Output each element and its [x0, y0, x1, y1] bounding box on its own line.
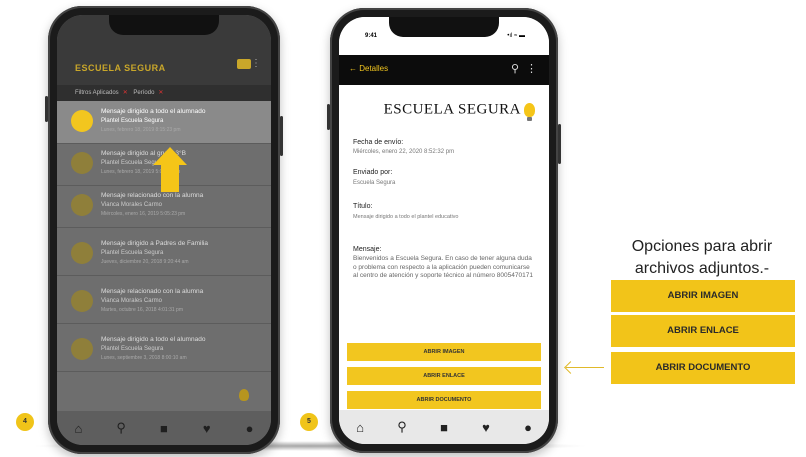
notch	[389, 17, 499, 37]
open-link-button[interactable]: ABRIR ENLACE	[611, 315, 795, 347]
detail-screen: 9:41 •ıl ≈ ▬ ← Detalles ⚲ ⋮ ESCUELA SEGU…	[339, 17, 549, 444]
filter-chip[interactable]: Filtros Aplicados	[75, 90, 119, 96]
search-icon[interactable]: ⚲	[511, 62, 519, 75]
title-value: Mensaje dirigido a todo el plantel educa…	[353, 214, 459, 220]
grid-icon[interactable]: ■	[434, 420, 454, 435]
list-item[interactable]: Mensaje dirigido a Padres de Familia Pla…	[57, 233, 271, 276]
arrow-up-shaft	[161, 164, 179, 192]
signal-icon: •ıl ≈ ▬	[507, 33, 525, 39]
heart-icon[interactable]: ♥	[476, 420, 496, 435]
message-icon	[71, 242, 93, 264]
open-link-button[interactable]: ABRIR ENLACE	[347, 367, 541, 385]
app-title: ESCUELA SEGURA	[75, 63, 166, 73]
list-item[interactable]: Mensaje dirigido a todo el alumnado Plan…	[57, 101, 271, 144]
message-icon	[71, 338, 93, 360]
message-sender: Plantel Escuela Segura	[101, 346, 164, 352]
more-icon[interactable]: ⋮	[251, 58, 261, 69]
list-item[interactable]: Mensaje relacionado con la alumna Vianca…	[57, 281, 271, 324]
message-date: Jueves, diciembre 20, 2018 9:20:44 am	[101, 259, 189, 265]
message-sender: Plantel Escuela Segura	[101, 250, 164, 256]
logo: ESCUELA SEGURA	[339, 101, 535, 121]
lightbulb-icon	[524, 102, 535, 121]
app-bar: ← Detalles ⚲ ⋮	[339, 55, 549, 85]
message-icon	[71, 110, 93, 132]
profile-icon[interactable]: ●	[240, 421, 260, 436]
phone-message-detail: 9:41 •ıl ≈ ▬ ← Detalles ⚲ ⋮ ESCUELA SEGU…	[327, 8, 561, 453]
grid-icon[interactable]: ■	[154, 421, 174, 436]
message-date: Martes, octubre 16, 2018 4:01:31 pm	[101, 307, 183, 313]
sent-date-value: Miércoles, enero 22, 2020 8:52:32 pm	[353, 149, 455, 155]
bottom-nav: ⌂ ⚲ ■ ♥ ●	[57, 411, 271, 445]
logo-text: ESCUELA SEGURA	[383, 101, 521, 118]
volume-button	[327, 104, 330, 130]
step-badge: 5	[300, 413, 318, 431]
message-title: Mensaje dirigido a todo el alumnado	[101, 108, 206, 115]
message-sender: Vianca Morales Carmo	[101, 202, 162, 208]
arrow-up-icon	[153, 147, 187, 165]
arrow-left-icon	[566, 367, 604, 368]
sent-date-label: Fecha de envío:	[353, 139, 404, 146]
home-icon[interactable]: ⌂	[68, 421, 88, 436]
remove-filter-icon[interactable]: ✕	[123, 90, 128, 96]
open-image-button[interactable]: ABRIR IMAGEN	[347, 343, 541, 361]
step-badge: 4	[16, 413, 34, 431]
list-item[interactable]: Mensaje dirigido a todo el alumnado Plan…	[57, 329, 271, 372]
remove-filter-icon[interactable]: ✕	[158, 90, 163, 96]
message-sender: Vianca Morales Carmo	[101, 298, 162, 304]
filter-chip[interactable]: Período	[133, 90, 154, 96]
message-label: Mensaje:	[353, 246, 382, 253]
open-document-button[interactable]: ABRIR DOCUMENTO	[611, 352, 795, 384]
sent-by-label: Enviado por:	[353, 169, 393, 176]
heart-icon[interactable]: ♥	[197, 421, 217, 436]
message-title: Mensaje relacionado con la alumna	[101, 288, 204, 295]
options-title: Opciones para abrir archivos adjuntos.-	[631, 238, 773, 277]
filter-bar: Filtros Aplicados ✕ Período ✕	[57, 85, 271, 101]
sent-by-value: Escuela Segura	[353, 180, 396, 186]
more-icon[interactable]: ⋮	[526, 62, 537, 75]
search-icon[interactable]: ⚲	[392, 419, 412, 435]
home-icon[interactable]: ⌂	[350, 420, 370, 435]
volume-button	[45, 96, 48, 122]
message-icon	[71, 290, 93, 312]
phone-inbox: ESCUELA SEGURA ⋮ Filtros Aplicados ✕ Perí…	[45, 6, 283, 454]
status-time: 9:41	[365, 33, 378, 39]
open-image-button[interactable]: ABRIR IMAGEN	[611, 280, 795, 312]
inbox-screen: ESCUELA SEGURA ⋮ Filtros Aplicados ✕ Perí…	[57, 15, 271, 445]
notification-icon[interactable]	[237, 59, 251, 69]
power-button	[558, 124, 561, 164]
message-sender: Plantel Escuela Segura	[101, 118, 164, 124]
search-icon[interactable]: ⚲	[111, 420, 131, 436]
message-icon	[71, 152, 93, 174]
message-title: Mensaje dirigido a todo el alumnado	[101, 336, 206, 343]
message-body: Bienvenidos a Escuela Segura. En caso de…	[353, 255, 533, 279]
message-date: Miércoles, enero 16, 2019 5:05:23 pm	[101, 211, 186, 217]
lightbulb-icon	[239, 389, 249, 401]
open-document-button[interactable]: ABRIR DOCUMENTO	[347, 391, 541, 409]
message-date: Lunes, febrero 18, 2019 8:15:23 pm	[101, 127, 181, 133]
message-date: Lunes, septiembre 3, 2018 8:00:10 am	[101, 355, 187, 361]
back-button[interactable]: ← Detalles	[349, 64, 388, 73]
message-icon	[71, 194, 93, 216]
title-label: Título:	[353, 203, 373, 210]
notch	[109, 15, 219, 35]
bottom-nav: ⌂ ⚲ ■ ♥ ●	[339, 410, 549, 444]
message-title: Mensaje relacionado con la alumna	[101, 192, 204, 199]
profile-icon[interactable]: ●	[518, 420, 538, 435]
message-title: Mensaje dirigido a Padres de Familia	[101, 240, 208, 247]
power-button	[280, 116, 283, 156]
